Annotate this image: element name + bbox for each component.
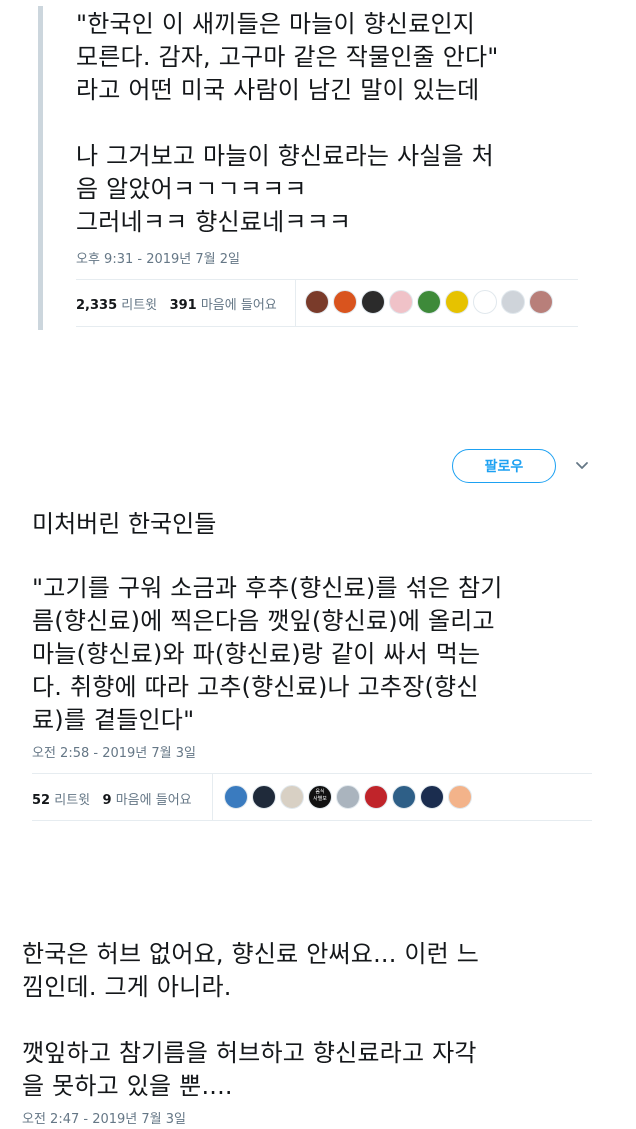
retweets-count[interactable]: 2,335 [76,298,117,313]
avatar[interactable] [501,290,525,314]
likes-count[interactable]: 9 [103,793,112,808]
tweet-3-timestamp[interactable]: 오전 2:47 - 2019년 7월 3일 [22,1108,186,1127]
tweet-1-timestamp[interactable]: 오후 9:31 - 2019년 7월 2일 [76,248,240,267]
avatar[interactable] [252,785,276,809]
avatar[interactable] [445,290,469,314]
follow-button[interactable]: 팔로우 [452,449,556,483]
tweet-1-stats: 2,335 리트윗 391 마음에 들어요 [76,294,277,313]
tweet-3-text: 한국은 허브 없어요, 향신료 안써요... 이런 느 낌인데. 그게 아니라.… [22,940,480,1100]
avatar[interactable] [448,785,472,809]
tweet-1-text: "한국인 이 새끼들은 마늘이 향신료인지 모른다. 감자, 고구마 같은 작물… [76,10,499,236]
avatar[interactable] [529,290,553,314]
avatar[interactable] [417,290,441,314]
avatar[interactable] [389,290,413,314]
avatar[interactable] [392,785,416,809]
divider [76,279,578,280]
avatar[interactable] [305,290,329,314]
likes-label[interactable]: 마음에 들어요 [201,298,277,313]
avatar[interactable] [473,290,497,314]
divider [32,773,592,774]
divider [76,326,578,327]
avatar[interactable] [361,290,385,314]
avatar[interactable] [364,785,388,809]
avatar[interactable] [224,785,248,809]
stats-separator [212,774,213,820]
likes-count[interactable]: 391 [170,298,197,313]
avatar[interactable]: 음식 사별보 [308,785,332,809]
retweets-label[interactable]: 리트윗 [54,793,90,808]
tweet-2-stats: 52 리트윗 9 마음에 들어요 [32,789,192,808]
quote-bar [38,6,43,330]
retweets-label[interactable]: 리트윗 [121,298,157,313]
liker-avatars: 음식 사별보 [224,785,472,809]
avatar[interactable] [333,290,357,314]
likes-label[interactable]: 마음에 들어요 [116,793,192,808]
retweets-count[interactable]: 52 [32,793,50,808]
stats-separator [295,280,296,326]
avatar-4-label: 음식 사별보 [313,789,327,802]
tweet-2-timestamp[interactable]: 오전 2:58 - 2019년 7월 3일 [32,742,196,761]
liker-avatars [305,290,553,314]
divider [32,820,592,821]
avatar[interactable] [280,785,304,809]
avatar[interactable] [336,785,360,809]
tweet-2-text: "고기를 구워 소금과 후추(향신료)를 섞은 참기 름(향신료)에 찍은다음 … [32,574,503,734]
chevron-down-icon[interactable] [573,456,591,474]
tweet-1: "한국인 이 새끼들은 마늘이 향신료인지 모른다. 감자, 고구마 같은 작물… [0,0,636,340]
tweet-2-lead: 미처버린 한국인들 [32,510,217,538]
avatar[interactable] [420,785,444,809]
